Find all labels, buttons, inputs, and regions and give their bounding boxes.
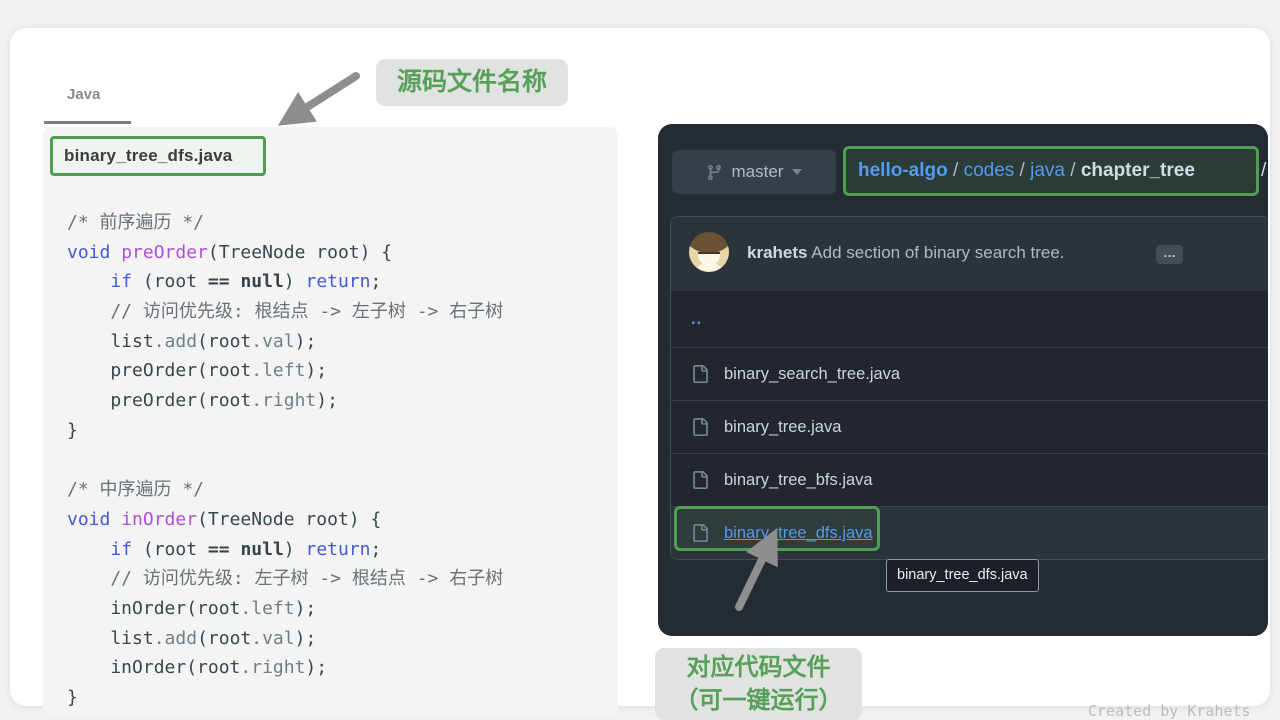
commit-text: krahets Add section of binary search tre… — [747, 243, 1065, 263]
latest-commit-bar: krahets Add section of binary search tre… — [671, 217, 1268, 291]
code-line: inOrder(root.left); — [67, 594, 503, 624]
file-name[interactable]: binary_tree_bfs.java — [724, 471, 873, 490]
code-block: binary_tree_dfs.java /* 前序遍历 */void preO… — [43, 127, 618, 716]
commit-author[interactable]: krahets — [747, 243, 807, 262]
file-name[interactable]: binary_tree.java — [724, 418, 841, 437]
code-line: preOrder(root.left); — [67, 356, 503, 386]
breadcrumb-segment-hello-algo[interactable]: hello-algo — [858, 160, 948, 181]
breadcrumb-trailing-slash: / — [1261, 160, 1266, 182]
git-branch-icon — [706, 164, 723, 181]
code-line: inOrder(root.right); — [67, 653, 503, 683]
annotation-target-line2: （可一键运行） — [655, 684, 862, 717]
breadcrumb-segment-chapter_tree: chapter_tree — [1081, 160, 1195, 181]
file-icon — [691, 471, 709, 489]
code-line: // 访问优先级: 左子树 -> 根结点 -> 右子树 — [67, 564, 503, 594]
annotation-target-line1: 对应代码文件 — [655, 651, 862, 684]
annotation-source-filename-label: 源码文件名称 — [376, 59, 568, 106]
file-row-binary_tree.java[interactable]: binary_tree.java — [671, 400, 1268, 453]
file-icon — [691, 524, 709, 542]
branch-button[interactable]: master — [672, 150, 836, 194]
chevron-down-icon — [792, 169, 802, 175]
code-line: void preOrder(TreeNode root) { — [67, 238, 503, 268]
tab-java[interactable]: Java — [67, 86, 100, 103]
code-line — [67, 446, 503, 476]
file-list: .. binary_search_tree.java binary_tree.jav… — [671, 291, 1268, 559]
code-line: list.add(root.val); — [67, 624, 503, 654]
breadcrumb: hello-algo / codes / java / chapter_tree — [858, 160, 1195, 182]
code-lines: /* 前序遍历 */void preOrder(TreeNode root) {… — [67, 208, 503, 713]
code-line: if (root == null) return; — [67, 267, 503, 297]
file-name[interactable]: .. — [691, 310, 702, 329]
file-icon — [691, 365, 709, 383]
code-line: } — [67, 683, 503, 713]
breadcrumb-segment-java[interactable]: java — [1030, 160, 1065, 181]
commit-more-button[interactable]: … — [1156, 245, 1183, 264]
code-line: if (root == null) return; — [67, 535, 503, 565]
breadcrumb-segment-codes[interactable]: codes — [964, 160, 1015, 181]
file-browser: krahets Add section of binary search tre… — [670, 216, 1268, 560]
annotation-target-file-label: 对应代码文件 （可一键运行） — [655, 648, 862, 720]
avatar[interactable] — [689, 232, 729, 272]
file-name[interactable]: binary_search_tree.java — [724, 365, 900, 384]
breadcrumb-highlight-box: hello-algo / codes / java / chapter_tree — [843, 146, 1259, 196]
code-line: } — [67, 416, 503, 446]
tooltip: binary_tree_dfs.java — [886, 559, 1039, 592]
github-panel: master hello-algo / codes / java / chapt… — [658, 124, 1268, 636]
file-name[interactable]: binary_tree_dfs.java — [724, 524, 873, 543]
tab-active-indicator — [44, 121, 131, 124]
content-card: Java binary_tree_dfs.java /* 前序遍历 */void… — [10, 28, 1270, 706]
branch-name: master — [732, 162, 784, 182]
breadcrumb-separator: / — [1065, 160, 1081, 181]
commit-message[interactable]: Add section of binary search tree. — [811, 243, 1064, 262]
file-icon — [691, 418, 709, 436]
code-filename-highlight-box: binary_tree_dfs.java — [50, 136, 266, 176]
breadcrumb-separator: / — [1014, 160, 1030, 181]
file-row-parent[interactable]: .. — [671, 291, 1268, 347]
code-line: /* 中序遍历 */ — [67, 475, 503, 505]
breadcrumb-separator: / — [948, 160, 964, 181]
code-line: preOrder(root.right); — [67, 386, 503, 416]
code-filename: binary_tree_dfs.java — [64, 146, 232, 166]
file-row-binary_tree_dfs.java[interactable]: binary_tree_dfs.java — [671, 506, 1268, 559]
file-row-binary_tree_bfs.java[interactable]: binary_tree_bfs.java — [671, 453, 1268, 506]
code-line: void inOrder(TreeNode root) { — [67, 505, 503, 535]
code-line: list.add(root.val); — [67, 327, 503, 357]
code-line: /* 前序遍历 */ — [67, 208, 503, 238]
code-line: // 访问优先级: 根结点 -> 左子树 -> 右子树 — [67, 297, 503, 327]
file-row-binary_search_tree.java[interactable]: binary_search_tree.java — [671, 347, 1268, 400]
created-by-credit: Created by Krahets — [1088, 702, 1251, 720]
